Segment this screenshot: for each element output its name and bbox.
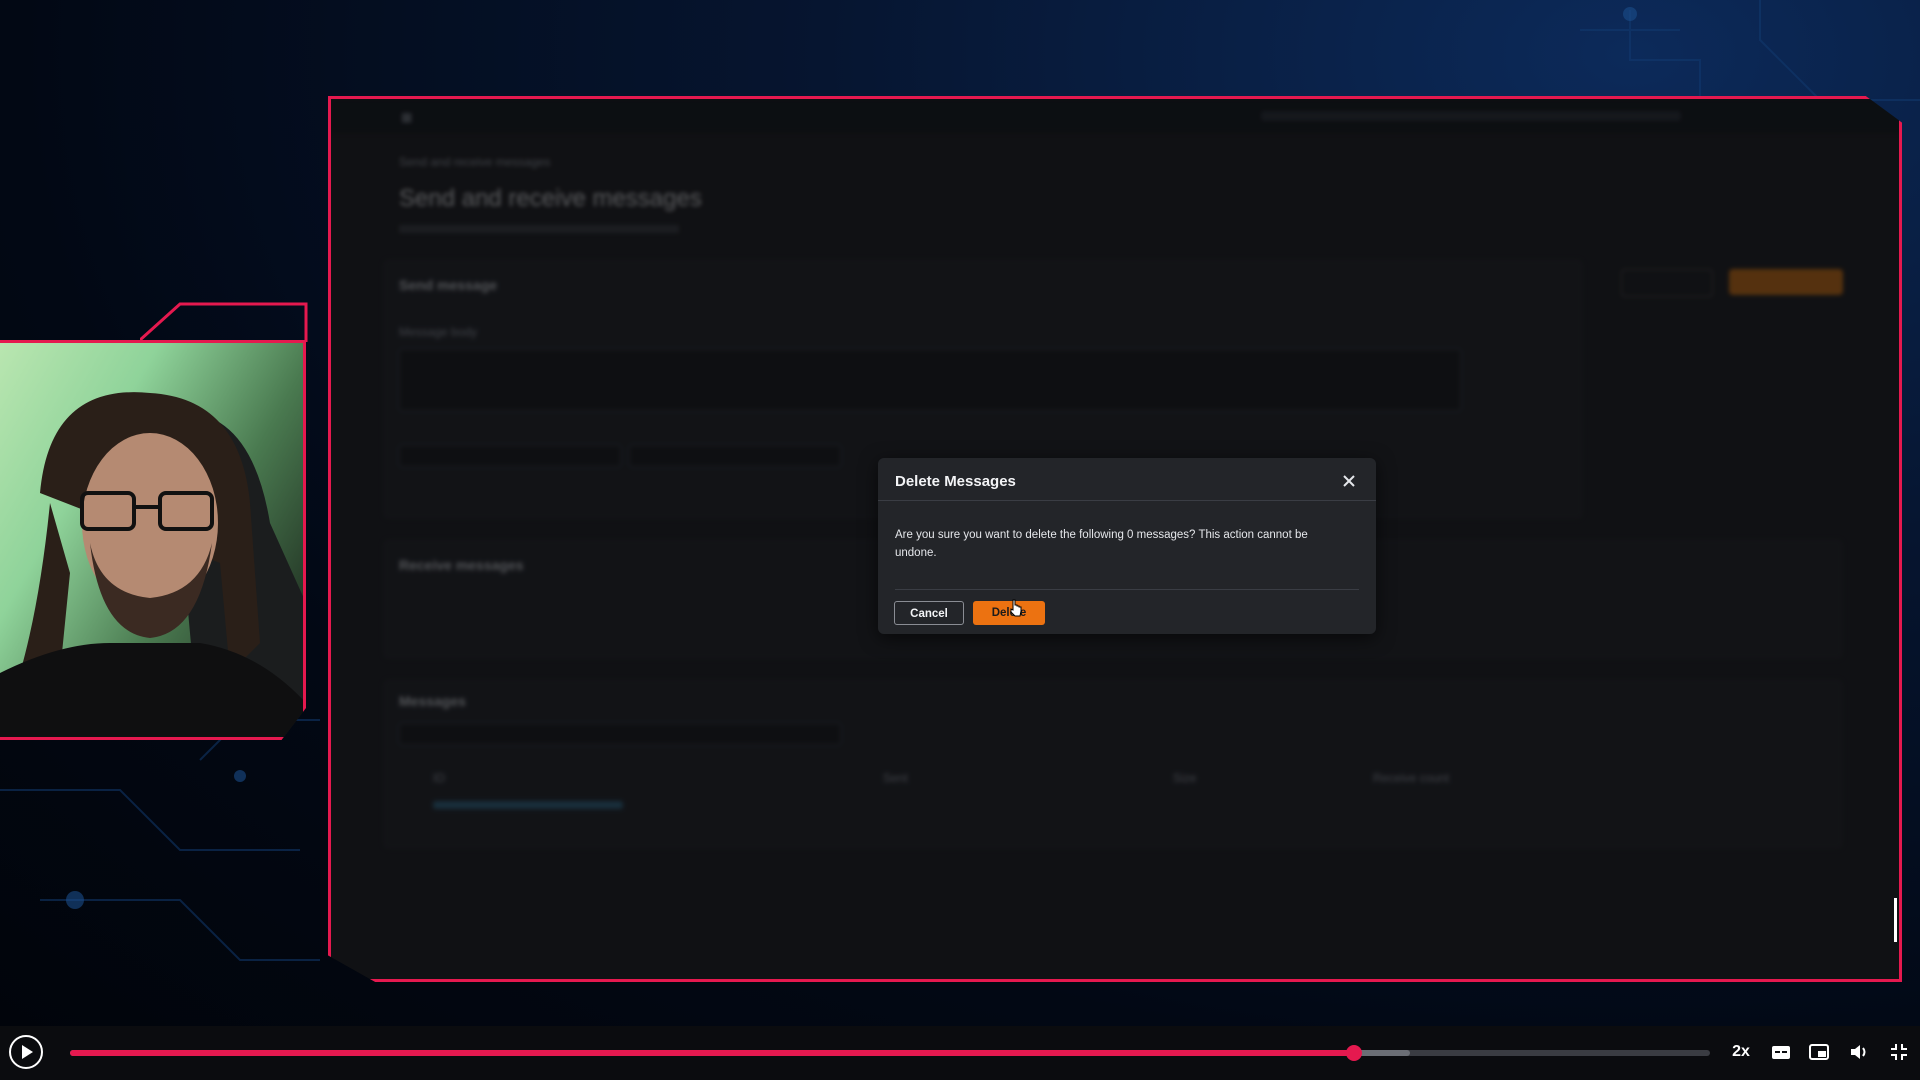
webcam-video <box>0 340 306 740</box>
dialog-title: Delete Messages <box>895 473 1016 490</box>
played-range <box>70 1050 1355 1056</box>
playback-speed-button[interactable]: 2x <box>1726 1040 1756 1064</box>
seek-handle[interactable] <box>1346 1045 1363 1061</box>
cancel-button[interactable]: Cancel <box>894 601 964 625</box>
delete-messages-dialog: Delete Messages Are you sure you want to… <box>878 458 1376 634</box>
volume-icon[interactable] <box>1848 1040 1870 1064</box>
dialog-divider <box>895 589 1359 590</box>
seek-bar[interactable] <box>70 1045 1710 1061</box>
presenter-image <box>0 392 303 737</box>
captions-icon[interactable] <box>1770 1040 1792 1064</box>
webcam-frame-tab <box>140 302 308 342</box>
picture-in-picture-icon[interactable] <box>1808 1040 1830 1064</box>
play-icon <box>22 1045 33 1059</box>
close-icon[interactable] <box>1338 470 1360 492</box>
dialog-message: Are you sure you want to delete the foll… <box>895 529 1308 559</box>
scroll-indicator <box>1894 898 1897 942</box>
dialog-divider <box>878 500 1376 501</box>
play-button[interactable] <box>9 1035 43 1069</box>
mouse-cursor-icon <box>1010 599 1022 617</box>
exit-fullscreen-icon[interactable] <box>1888 1040 1910 1064</box>
